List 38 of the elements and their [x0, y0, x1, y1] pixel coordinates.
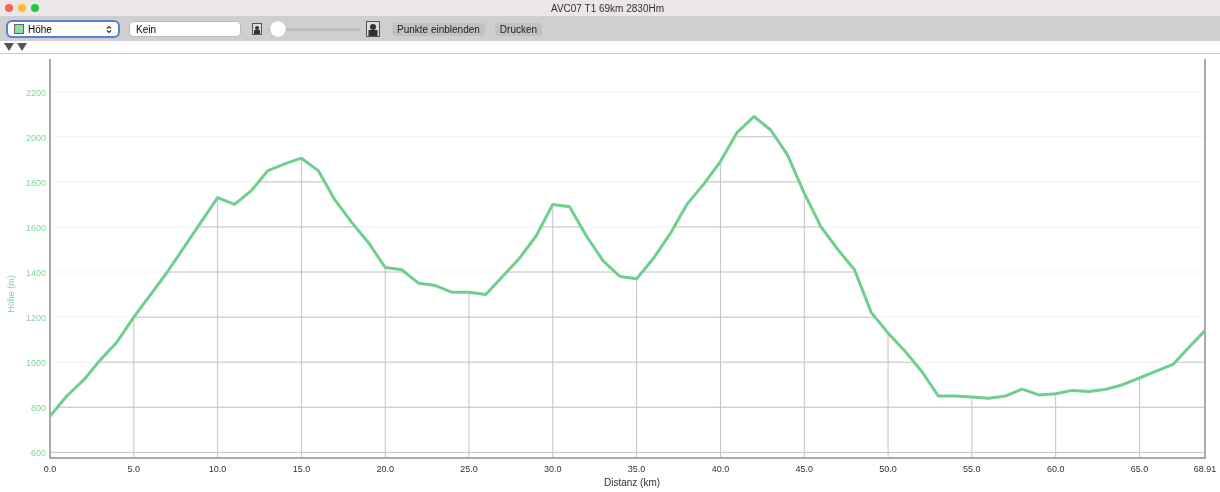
x-tick-label: 40.0 [711, 464, 730, 474]
x-tick-label: 55.0 [963, 464, 981, 474]
compare-select[interactable]: Kein [130, 22, 240, 36]
x-tick-label: 45.0 [795, 464, 813, 474]
x-tick-label: 5.0 [127, 464, 141, 474]
minimize-button[interactable] [18, 4, 26, 12]
close-button[interactable] [5, 4, 13, 12]
x-tick-label: 30.0 [544, 464, 562, 474]
x-tick-label: 65.0 [1130, 464, 1149, 474]
x-tick-label: 0.0 [43, 464, 57, 474]
person-small-icon [252, 23, 262, 35]
y-tick-label: 2000 [25, 132, 46, 143]
x-tick-label: 20.0 [376, 464, 394, 474]
series-select[interactable]: Höhe [8, 22, 118, 36]
x-tick-label: 35.0 [627, 464, 646, 474]
up-down-chevron-icon [106, 24, 112, 34]
collapse-triangles-icon[interactable] [4, 42, 28, 52]
toolbar-button[interactable]: Drucken [494, 22, 543, 36]
x-tick-label: 60.0 [1046, 464, 1065, 474]
window-title: AVC07 T1 69km 2830Hm [550, 2, 665, 14]
y-tick-label: 2200 [25, 87, 46, 98]
y-tick-label: 600 [30, 448, 46, 459]
zoom-button[interactable] [31, 4, 39, 12]
toolbar-button[interactable]: Punkte einblenden [392, 22, 485, 36]
x-tick-label: 15.0 [292, 464, 311, 474]
x-tick-label: 50.0 [879, 464, 897, 474]
y-tick-label: 1600 [25, 222, 46, 233]
y-tick-label: 800 [30, 403, 46, 414]
x-axis-title: Distanz (km) [603, 477, 661, 488]
x-tick-label: 25.0 [460, 464, 478, 474]
x-tick-label: 10.0 [208, 464, 227, 474]
y-axis-title: Höhe (m) [6, 275, 16, 313]
y-tick-label: 1200 [25, 313, 46, 324]
y-tick-label: 1400 [25, 268, 46, 279]
y-tick-label: 1800 [25, 177, 46, 188]
y-tick-label: 1000 [25, 358, 46, 369]
person-large-icon [366, 21, 380, 37]
x-tick-label: 68.91 [1193, 464, 1217, 474]
